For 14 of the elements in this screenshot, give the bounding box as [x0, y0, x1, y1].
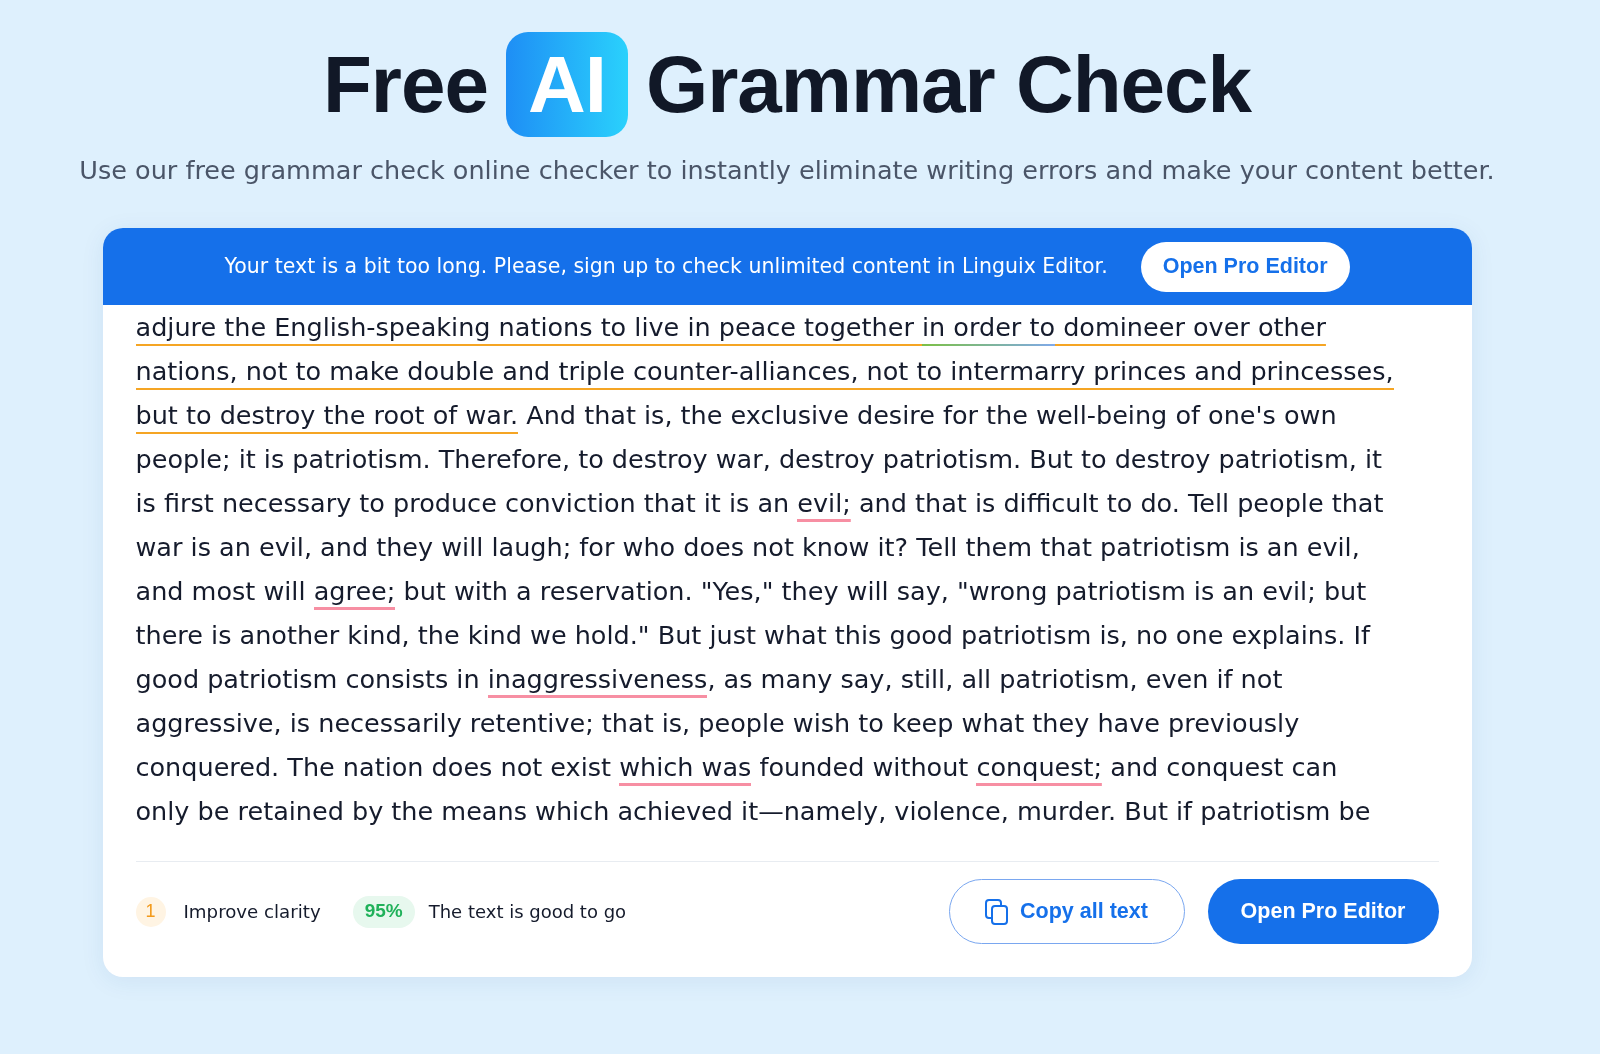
issue-count: 1 [135, 896, 166, 927]
notice-text: Your text is a bit too long. Please, sign up to check unlimited content in Linguix Editor. [224, 253, 1108, 281]
copy-icon [985, 898, 1010, 925]
copy-all-text-button[interactable]: Copy all text [948, 879, 1185, 944]
open-pro-editor-button[interactable]: Open Pro Editor [1140, 241, 1350, 292]
ai-badge: AI [505, 32, 628, 137]
page-title: Grammar Check [645, 39, 1252, 131]
score-label: The text is good to go [428, 900, 627, 924]
page-title: Free [322, 39, 488, 131]
score-value: 95% [352, 895, 415, 928]
issue-label: Improve clarity [183, 899, 321, 924]
document-text[interactable]: adjure the English-speaking nations to live in peace together in order to domineer over other nations, not to make double and triple counter-alliances, not to intermarry princes and princesses, but to destroy the root of war. And that is, the exclusive desire for the well-being of one's own people; it is patriotism. Therefore, to destroy war, destroy patriotism. But to destroy patriotism, it is first necessary to produce conviction that it is an evil; and that is difficult to do. Tell people that war is an evil, and they will laugh; for who does not know it? Tell them that patriotism is an evil, and most will agree; but with a reservation. "Yes," they will say, "wrong patriotism is an evil; but there is another kind, the kind we hold." But just what this good patriotism is, no one explains. If good patriotism consists in inaggressiveness, as many say, still, all patriotism, even if not aggressive, is necessarily retentive; that is, people wish to keep what they have previously conquered. The nation does not exist which was founded without conquest; and conquest can only be retained by the means which achieved it—namely, violence, murder. But if patriotism be [135, 305, 1397, 833]
open-pro-editor-button[interactable]: Open Pro Editor [1207, 879, 1439, 944]
subtitle: Use our free grammar check online checker to instantly eliminate writing errors and make your content better. [79, 154, 1495, 187]
